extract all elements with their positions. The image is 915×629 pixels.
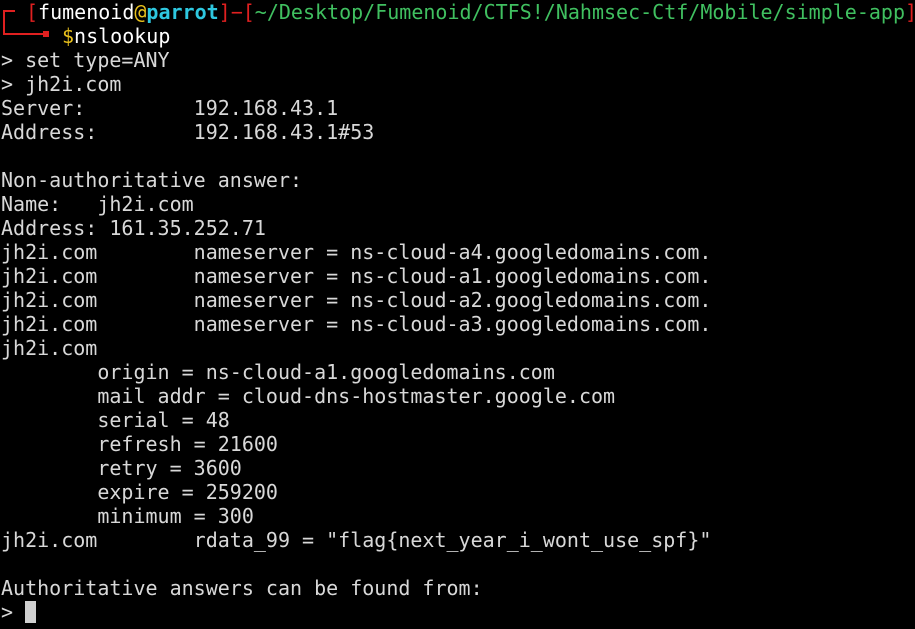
prompt-command-line: $nslookup bbox=[62, 24, 170, 48]
prompt-header: [fumenoid@parrot]−[~/Desktop/Fumenoid/CT… bbox=[26, 0, 915, 24]
output-line: mail addr = cloud-dns-hostmaster.google.… bbox=[1, 384, 616, 408]
prompt-host: parrot bbox=[146, 0, 219, 24]
prompt-path: ~/Desktop/Fumenoid/CTFS!/Nahmsec-Ctf/Mob… bbox=[254, 0, 906, 24]
prompt-at: @ bbox=[134, 0, 147, 24]
output-line: jh2i.com bbox=[1, 336, 98, 360]
output-line: serial = 48 bbox=[1, 408, 230, 432]
output-line: jh2i.com nameserver = ns-cloud-a1.google… bbox=[1, 264, 712, 288]
output-line: jh2i.com nameserver = ns-cloud-a3.google… bbox=[1, 312, 712, 336]
flag-output-line: jh2i.com rdata_99 = "flag{next_year_i_wo… bbox=[1, 528, 712, 552]
output-line: Server: 192.168.43.1 bbox=[1, 96, 339, 120]
terminal-window[interactable]: [fumenoid@parrot]−[~/Desktop/Fumenoid/CT… bbox=[0, 0, 915, 629]
output-line: Authoritative answers can be found from: bbox=[1, 576, 483, 600]
output-line: jh2i.com nameserver = ns-cloud-a2.google… bbox=[1, 288, 712, 312]
input-line[interactable]: > bbox=[1, 600, 37, 624]
output-line: > jh2i.com bbox=[1, 72, 122, 96]
prompt-user: fumenoid bbox=[38, 0, 135, 24]
output-line: minimum = 300 bbox=[1, 504, 254, 528]
command-text: nslookup bbox=[74, 24, 171, 48]
output-line: origin = ns-cloud-a1.googledomains.com bbox=[1, 360, 555, 384]
output-line: > set type=ANY bbox=[1, 48, 170, 72]
output-line: Name: jh2i.com bbox=[1, 192, 194, 216]
text-cursor bbox=[25, 601, 37, 623]
output-line: Address: 161.35.252.71 bbox=[1, 216, 266, 240]
output-line: jh2i.com nameserver = ns-cloud-a4.google… bbox=[1, 240, 712, 264]
output-line: expire = 259200 bbox=[1, 480, 278, 504]
output-line: Non-authoritative answer: bbox=[1, 168, 303, 192]
output-line: Address: 192.168.43.1#53 bbox=[1, 120, 375, 144]
input-prompt: > bbox=[1, 600, 26, 624]
prompt-dollar: $ bbox=[62, 24, 75, 48]
output-line: retry = 3600 bbox=[1, 456, 242, 480]
output-line: refresh = 21600 bbox=[1, 432, 278, 456]
